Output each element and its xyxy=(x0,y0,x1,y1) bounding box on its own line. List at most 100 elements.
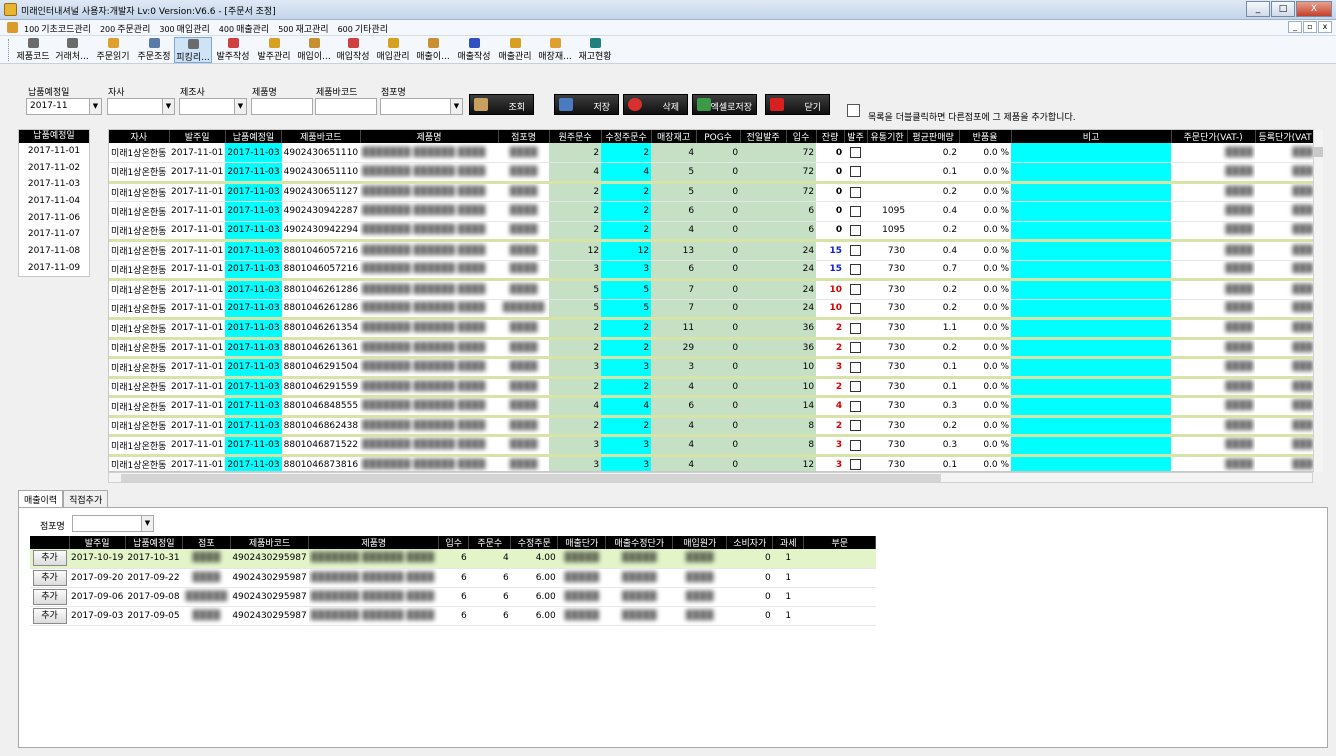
store-select[interactable]: ▼ xyxy=(380,98,463,115)
cell-memo[interactable] xyxy=(1011,143,1172,163)
table-row[interactable]: 미래1상온한동 2017-11-01 2017-11-03 8801046261354… xyxy=(109,318,1316,340)
order-checkbox[interactable] xyxy=(850,361,862,373)
table-row[interactable]: 미래1상온한동 2017-11-01 2017-11-03 8801046261361… xyxy=(109,338,1316,359)
table-row[interactable]: 미래1상온한동 2017-11-01 2017-11-03 8801046261286… xyxy=(109,279,1316,300)
delete-button[interactable]: 삭제 xyxy=(623,94,688,115)
menu-item-100[interactable]: 100 기초코드관리 xyxy=(24,22,91,35)
table-row[interactable]: 미래1상온한동 2017-11-01 2017-11-03 8801046871522… xyxy=(109,435,1316,457)
history-column-header[interactable]: 납품예정일 xyxy=(125,536,183,549)
column-header[interactable]: POG수 xyxy=(696,130,741,143)
menu-item-500[interactable]: 500 재고관리 xyxy=(278,22,328,35)
column-header[interactable]: 비고 xyxy=(1011,130,1172,143)
order-checkbox[interactable] xyxy=(850,459,862,471)
order-checkbox[interactable] xyxy=(850,284,862,296)
order-checkbox[interactable] xyxy=(850,342,862,354)
close-window-button[interactable]: X xyxy=(1296,1,1332,17)
date-list-item[interactable]: 2017-11-04 xyxy=(19,193,89,210)
table-row[interactable]: 미래1상온한동 2017-11-01 2017-11-03 8801046261286… xyxy=(109,299,1316,320)
history-column-header[interactable]: 수정주문 xyxy=(510,536,559,549)
close-button[interactable]: 닫기 xyxy=(765,94,830,115)
save-button[interactable]: 저장 xyxy=(554,94,619,115)
cell-memo[interactable] xyxy=(1011,455,1172,471)
menu-item-400[interactable]: 400 매출관리 xyxy=(219,22,269,35)
column-header[interactable]: 주문단가(VAT-) xyxy=(1171,130,1256,143)
table-row[interactable]: 미래1상온한동 2017-11-01 2017-11-03 8801046057216… xyxy=(109,260,1316,281)
order-checkbox[interactable] xyxy=(850,322,862,334)
table-row[interactable]: 미래1상온한동 2017-11-01 2017-11-03 8801046291559… xyxy=(109,377,1316,398)
column-header[interactable]: 입수 xyxy=(786,130,817,143)
delivery-date-select[interactable]: 2017-11 ▼ xyxy=(26,98,102,115)
column-header[interactable]: 점포명 xyxy=(498,130,550,143)
order-checkbox[interactable] xyxy=(850,245,862,257)
toolbar-button-14[interactable]: 재고현황 xyxy=(575,37,615,63)
table-row[interactable]: 미래1상온한동 2017-11-01 2017-11-03 4902430651110… xyxy=(109,143,1316,163)
history-row[interactable]: 추가 2017-10-19 2017-10-31 ████ 4902430295987 █… xyxy=(30,549,876,569)
column-header[interactable]: 발주일 xyxy=(169,130,226,143)
order-checkbox[interactable] xyxy=(850,400,862,412)
cell-memo[interactable] xyxy=(1011,201,1172,222)
toolbar-button-1[interactable]: 거래처... xyxy=(52,37,92,63)
date-list-item[interactable]: 2017-11-08 xyxy=(19,243,89,260)
date-list-item[interactable]: 2017-11-09 xyxy=(19,260,89,277)
vertical-scrollbar[interactable] xyxy=(1313,129,1323,472)
order-checkbox[interactable] xyxy=(850,302,862,314)
cell-memo[interactable] xyxy=(1011,357,1172,379)
toolbar-button-8[interactable]: 매입작성 xyxy=(334,37,372,63)
history-column-header[interactable]: 매입원가 xyxy=(672,536,728,549)
table-row[interactable]: 미래1상온한동 2017-11-01 2017-11-03 8801046862438… xyxy=(109,416,1316,437)
cell-memo[interactable] xyxy=(1011,318,1172,340)
history-column-header[interactable]: 매출단가 xyxy=(557,536,607,549)
barcode-input[interactable] xyxy=(315,98,377,115)
history-column-header[interactable]: 제품명 xyxy=(308,536,440,549)
company-select[interactable]: ▼ xyxy=(107,98,175,115)
menu-item-600[interactable]: 600 기타관리 xyxy=(338,22,388,35)
history-column-header[interactable]: 부문 xyxy=(803,536,877,549)
order-checkbox[interactable] xyxy=(850,205,862,217)
table-row[interactable]: 미래1상온한동 2017-11-01 2017-11-03 8801046848555… xyxy=(109,396,1316,418)
toolbar-button-2[interactable]: 주문읽기 xyxy=(93,37,133,63)
toolbar-button-11[interactable]: 매출작성 xyxy=(454,37,494,63)
cell-memo[interactable] xyxy=(1011,221,1172,242)
table-row[interactable]: 미래1상온한동 2017-11-01 2017-11-03 8801046873816… xyxy=(109,455,1316,471)
toolbar-button-7[interactable]: 매입이... xyxy=(295,37,333,63)
tab-direct-add[interactable]: 직접추가 xyxy=(63,490,109,507)
table-row[interactable]: 미래1상온한동 2017-11-01 2017-11-03 8801046057216… xyxy=(109,240,1316,261)
table-row[interactable]: 미래1상온한동 2017-11-01 2017-11-03 4902430651110… xyxy=(109,162,1316,184)
history-column-header[interactable]: 주문수 xyxy=(468,536,512,549)
history-store-select[interactable]: ▼ xyxy=(72,515,154,532)
column-header[interactable]: 제품명 xyxy=(360,130,499,143)
history-row[interactable]: 추가 2017-09-20 2017-09-22 ████ 4902430295987 █… xyxy=(30,568,876,588)
toolbar-button-3[interactable]: 주문조정 xyxy=(134,37,174,63)
history-column-header[interactable]: 과세 xyxy=(772,536,805,549)
toolbar-button-4[interactable]: 피킹리... xyxy=(174,37,212,63)
column-header[interactable]: 전일발주 xyxy=(740,130,787,143)
table-row[interactable]: 미래1상온한동 2017-11-01 2017-11-03 4902430942294… xyxy=(109,221,1316,242)
maximize-button[interactable]: □ xyxy=(1271,1,1295,17)
column-header[interactable]: 자사 xyxy=(109,130,170,143)
toolbar-button-5[interactable]: 발주작성 xyxy=(213,37,253,63)
cell-memo[interactable] xyxy=(1011,162,1172,184)
maker-select[interactable]: ▼ xyxy=(179,98,247,115)
add-button[interactable]: 추가 xyxy=(32,588,67,605)
toolbar-button-12[interactable]: 매출관리 xyxy=(495,37,535,63)
product-name-input[interactable] xyxy=(251,98,313,115)
column-header[interactable]: 반품율 xyxy=(959,130,1012,143)
cell-memo[interactable] xyxy=(1011,338,1172,359)
date-list-item[interactable]: 2017-11-03 xyxy=(19,176,89,193)
column-header[interactable]: 제품바코드 xyxy=(281,130,361,143)
menu-item-300[interactable]: 300 매입관리 xyxy=(159,22,209,35)
cell-memo[interactable] xyxy=(1011,396,1172,418)
cell-memo[interactable] xyxy=(1011,299,1172,320)
order-checkbox[interactable] xyxy=(850,420,862,432)
minimize-button[interactable]: _ xyxy=(1246,1,1270,17)
column-header[interactable]: 잔량 xyxy=(816,130,845,143)
date-list-item[interactable]: 2017-11-06 xyxy=(19,210,89,227)
column-header[interactable]: 납품예정일 xyxy=(225,130,283,143)
horizontal-scrollbar[interactable] xyxy=(108,472,1313,483)
date-list-item[interactable]: 2017-11-01 xyxy=(19,143,89,160)
order-checkbox[interactable] xyxy=(850,439,862,451)
history-column-header[interactable]: 소비자가 xyxy=(726,536,774,549)
add-button[interactable]: 추가 xyxy=(32,550,67,567)
column-header[interactable]: 유통기한 xyxy=(867,130,908,143)
date-list-item[interactable]: 2017-11-02 xyxy=(19,160,89,177)
